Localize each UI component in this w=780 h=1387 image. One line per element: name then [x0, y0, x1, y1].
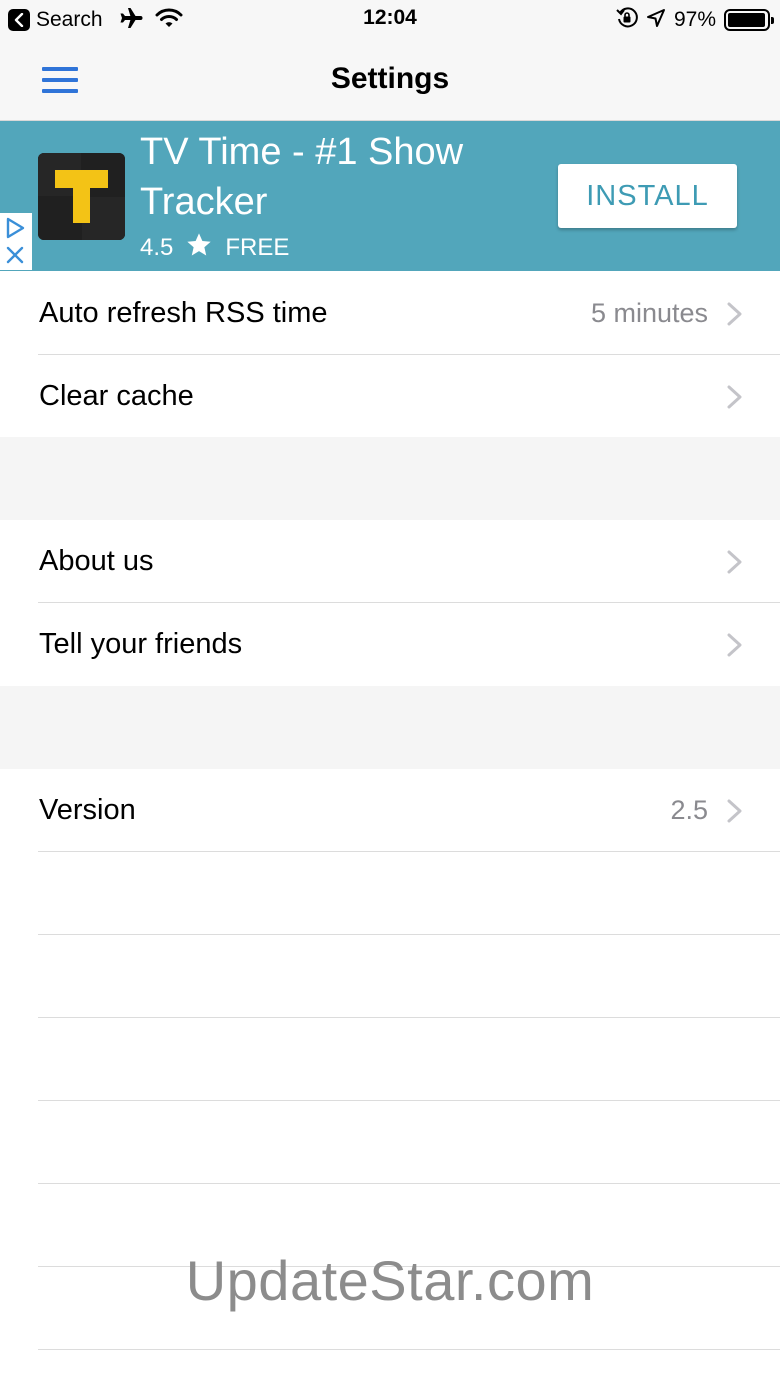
star-icon: [185, 231, 213, 266]
watermark: UpdateStar.com: [185, 1249, 595, 1312]
tell-friends-row[interactable]: Tell your friends: [0, 603, 780, 686]
ad-close-icon[interactable]: [5, 245, 25, 270]
row-separator: [38, 934, 780, 935]
ad-banner[interactable]: TV Time - #1 Show Tracker 4.5 FREE INSTA…: [0, 121, 780, 271]
version-row[interactable]: Version 2.5: [0, 769, 780, 852]
ad-price: FREE: [225, 234, 290, 261]
version-value: 2.5: [670, 795, 708, 825]
section-gap: [0, 686, 780, 769]
about-us-label: About us: [39, 545, 154, 577]
chevron-right-icon: [727, 550, 742, 574]
chevron-right-icon: [727, 385, 742, 409]
orientation-lock-icon: [616, 6, 638, 34]
clear-cache-label: Clear cache: [39, 380, 194, 412]
about-us-row[interactable]: About us: [0, 520, 780, 603]
row-separator: [38, 1017, 780, 1018]
navigation-bar: Settings: [0, 40, 780, 121]
section-gap: [0, 437, 780, 520]
ad-choices[interactable]: [0, 213, 32, 270]
row-separator: [38, 1183, 780, 1184]
battery-percent: 97%: [673, 8, 716, 31]
row-separator: [38, 851, 780, 852]
clear-cache-row[interactable]: Clear cache: [0, 355, 780, 438]
chevron-right-icon: [727, 302, 742, 326]
tell-friends-label: Tell your friends: [39, 628, 243, 660]
battery-icon: [724, 9, 774, 31]
location-icon: [646, 8, 666, 33]
version-label: Version: [39, 794, 136, 826]
ad-rating: 4.5: [140, 234, 174, 261]
auto-refresh-row[interactable]: Auto refresh RSS time 5 minutes: [0, 272, 780, 355]
install-button[interactable]: INSTALL: [558, 164, 737, 228]
status-bar: Search 12:04 97%: [0, 0, 780, 40]
chevron-right-icon: [727, 633, 742, 657]
tv-time-app-icon[interactable]: [38, 153, 125, 240]
chevron-right-icon: [727, 799, 742, 823]
auto-refresh-value: 5 minutes: [590, 298, 708, 328]
auto-refresh-label: Auto refresh RSS time: [39, 297, 328, 329]
row-separator: [38, 1100, 780, 1101]
ad-choices-icon[interactable]: [4, 217, 26, 244]
row-separator: [38, 1349, 780, 1350]
ad-app-title[interactable]: TV Time - #1 Show Tracker: [140, 127, 540, 227]
page-title: Settings: [330, 62, 450, 95]
